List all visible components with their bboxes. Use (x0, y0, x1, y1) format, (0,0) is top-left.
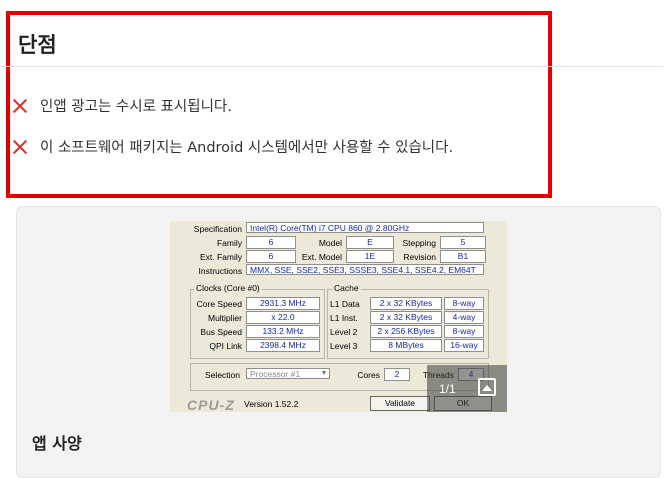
cpuz-logo: CPU-Z (187, 397, 235, 412)
value-cores: 2 (384, 368, 410, 381)
cons-item: 이 소프트웨어 패키지는 Android 시스템에서만 사용할 수 있습니다. (12, 136, 453, 157)
cons-item-text: 이 소프트웨어 패키지는 Android 시스템에서만 사용할 수 있습니다. (40, 140, 454, 156)
label-ext-model: Ext. Model (301, 252, 342, 262)
divider (0, 66, 663, 67)
label-cores: Cores (357, 370, 380, 380)
value-core-speed: 2931.3 MHz (246, 297, 320, 310)
label-l1-data: L1 Data (330, 299, 360, 309)
label-l1-inst: L1 Inst. (330, 313, 358, 323)
value-bus-speed: 133.2 MHz (246, 325, 320, 338)
cache-title: Cache (332, 283, 361, 293)
value-level2-way: 8-way (444, 325, 484, 338)
image-counter: 1/1 (439, 382, 456, 396)
value-l1-data: 2 x 32 KBytes (370, 297, 442, 310)
label-bus-speed: Bus Speed (200, 327, 242, 337)
cons-item-text: 인앱 광고는 수시로 표시됩니다. (40, 99, 232, 115)
value-family: 6 (246, 236, 296, 249)
cons-item: 인앱 광고는 수시로 표시됩니다. (12, 95, 232, 116)
value-multiplier: x 22.0 (246, 311, 320, 324)
validate-button[interactable]: Validate (370, 396, 430, 411)
x-icon (12, 139, 28, 155)
label-qpi-link: QPI Link (209, 341, 242, 351)
value-ext-family: 6 (246, 250, 296, 263)
value-level3-way: 16-way (444, 339, 484, 352)
x-icon (12, 98, 28, 114)
chevron-down-icon[interactable]: ▼ (318, 368, 330, 379)
version-text: Version 1.52.2 (244, 399, 299, 409)
value-l1-inst: 2 x 32 KBytes (370, 311, 442, 324)
value-stepping: 5 (440, 236, 486, 249)
label-model: Model (318, 238, 342, 248)
value-instructions: MMX, SSE, SSE2, SSE3, SSSE3, SSE4.1, SSE… (246, 264, 484, 275)
gallery-icon[interactable] (478, 378, 496, 396)
value-ext-model: 1E (346, 250, 394, 263)
label-instructions: Instructions (198, 266, 242, 276)
label-core-speed: Core Speed (196, 299, 242, 309)
value-l1-data-way: 8-way (444, 297, 484, 310)
value-model: E (346, 236, 394, 249)
value-revision: B1 (440, 250, 486, 263)
label-revision: Revision (403, 252, 436, 262)
label-selection: Selection (205, 370, 240, 380)
value-level3: 8 MBytes (370, 339, 442, 352)
clocks-title: Clocks (Core #0) (194, 283, 262, 293)
value-qpi-link: 2398.4 MHz (246, 339, 320, 352)
label-specification: Specification (193, 224, 242, 234)
cons-title: 단점 (18, 33, 57, 57)
value-l1-inst-way: 4-way (444, 311, 484, 324)
gallery-overlay[interactable]: 1/1 (427, 365, 507, 412)
app-spec-title: 앱 사양 (32, 434, 82, 453)
label-stepping: Stepping (402, 238, 436, 248)
value-specification: Intel(R) Core(TM) i7 CPU 860 @ 2.80GHz (246, 222, 484, 233)
label-family: Family (216, 238, 242, 248)
label-level2: Level 2 (330, 327, 358, 337)
label-level3: Level 3 (330, 341, 358, 351)
value-level2: 2 x 256 KBytes (370, 325, 442, 338)
label-ext-family: Ext. Family (199, 252, 242, 262)
label-multiplier: Multiplier (207, 313, 242, 323)
